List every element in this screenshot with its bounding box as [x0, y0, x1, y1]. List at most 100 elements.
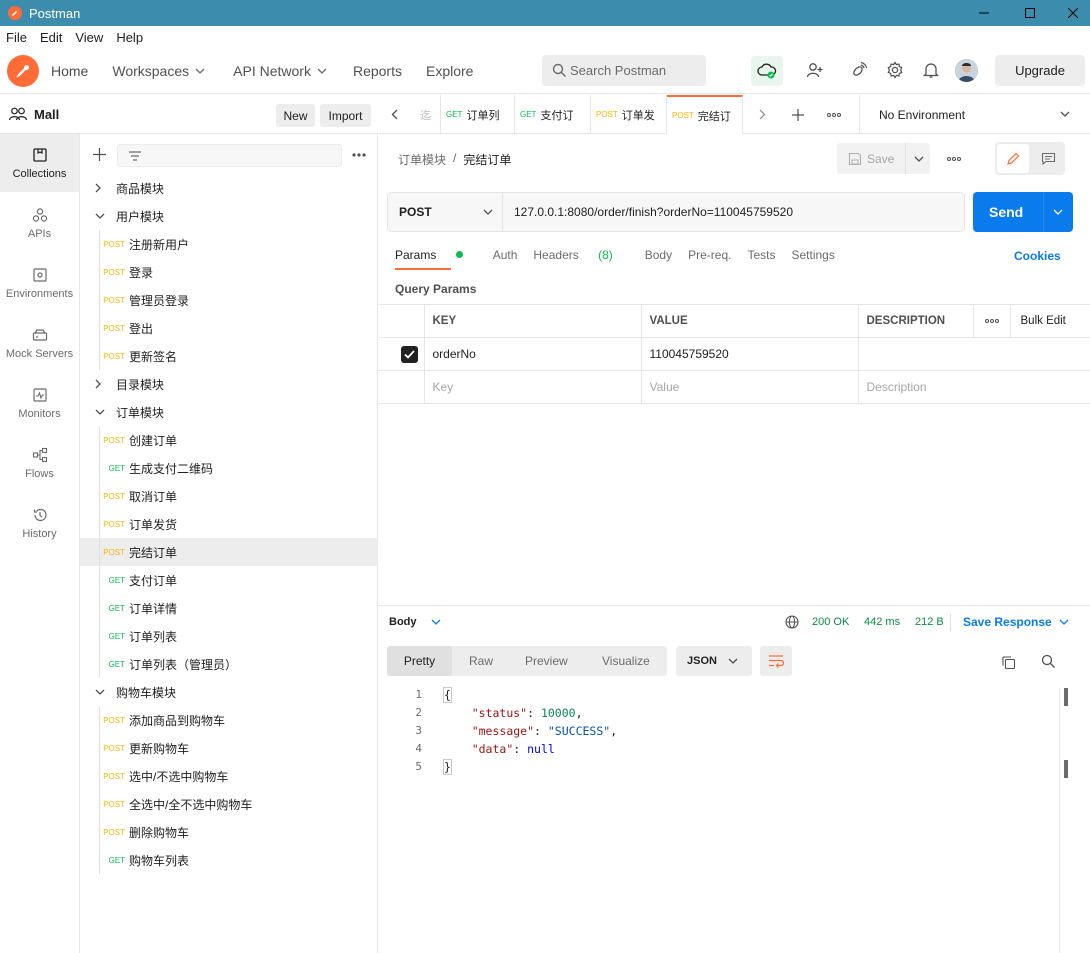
- tab-tests[interactable]: Tests: [747, 248, 775, 262]
- view-tab-preview[interactable]: Preview: [525, 654, 568, 668]
- value-placeholder[interactable]: Value: [640, 370, 859, 404]
- nav-home[interactable]: Home: [51, 63, 88, 79]
- tree-request[interactable]: POST 完结订单: [80, 538, 378, 566]
- tree-folder[interactable]: 目录模块: [80, 370, 378, 398]
- request-tab[interactable]: 迄: [415, 95, 441, 134]
- tabs-more-icon[interactable]: [827, 113, 841, 117]
- tree-request[interactable]: POST 删除购物车: [80, 818, 378, 846]
- sync-status-cloud-icon[interactable]: [751, 56, 783, 86]
- chevron-down-icon[interactable]: [95, 409, 107, 415]
- view-tab-pretty[interactable]: Pretty: [387, 646, 452, 676]
- tabs-scroll-right[interactable]: [743, 95, 783, 134]
- tab-body[interactable]: Body: [645, 248, 672, 262]
- chevron-down-icon[interactable]: [914, 156, 924, 162]
- request-tab[interactable]: GET 订单列: [441, 95, 515, 134]
- menu-edit[interactable]: Edit: [40, 30, 62, 45]
- sidebar-item-history[interactable]: History: [0, 494, 79, 552]
- tab-prereq[interactable]: Pre-req.: [688, 248, 731, 262]
- tree-request[interactable]: POST 登录: [80, 258, 378, 286]
- url-input[interactable]: 127.0.0.1:8080/order/finish?orderNo=1100…: [503, 205, 793, 219]
- tab-settings[interactable]: Settings: [791, 248, 834, 262]
- tree-folder[interactable]: 订单模块: [80, 398, 378, 426]
- request-tab[interactable]: GET 支付订: [515, 95, 591, 134]
- tabs-scroll-left[interactable]: [379, 95, 415, 134]
- tree-request[interactable]: GET 购物车列表: [80, 846, 378, 874]
- column-options[interactable]: [972, 304, 1011, 338]
- menu-file[interactable]: File: [6, 30, 27, 45]
- user-avatar[interactable]: [955, 59, 978, 82]
- response-scrollbar[interactable]: [1059, 688, 1070, 953]
- tree-request[interactable]: POST 更新签名: [80, 342, 378, 370]
- sidebar-item-flows[interactable]: Flows: [0, 434, 79, 492]
- chevron-right-icon[interactable]: [95, 379, 107, 389]
- menu-view[interactable]: View: [75, 30, 103, 45]
- save-response-button[interactable]: Save Response: [963, 615, 1069, 629]
- view-tab-visualize[interactable]: Visualize: [602, 654, 650, 668]
- request-tab-active[interactable]: POST 完结订: [667, 95, 743, 134]
- notifications-bell-icon[interactable]: [920, 59, 942, 81]
- key-placeholder[interactable]: Key: [423, 370, 642, 404]
- tab-headers[interactable]: Headers (8): [533, 248, 628, 262]
- tree-folder[interactable]: 商品模块: [80, 174, 378, 202]
- nav-explore[interactable]: Explore: [426, 63, 473, 79]
- import-button[interactable]: Import: [320, 104, 371, 127]
- cookies-link[interactable]: Cookies: [1014, 249, 1061, 263]
- param-description[interactable]: [857, 337, 1090, 371]
- sidebar-item-monitors[interactable]: Monitors: [0, 374, 79, 432]
- save-button[interactable]: Save: [837, 143, 930, 174]
- breadcrumb-request[interactable]: 完结订单: [463, 151, 511, 168]
- nav-reports[interactable]: Reports: [353, 63, 402, 79]
- sidebar-item-apis[interactable]: APIs: [0, 194, 79, 252]
- comments-button[interactable]: [1033, 144, 1063, 173]
- add-icon[interactable]: [93, 148, 106, 161]
- checkbox-checked[interactable]: [401, 345, 418, 363]
- close-button[interactable]: [1050, 0, 1090, 26]
- tree-request[interactable]: GET 订单详情: [80, 594, 378, 622]
- method-selector[interactable]: POST: [388, 193, 503, 231]
- request-more-icon[interactable]: [947, 157, 961, 161]
- format-selector[interactable]: JSON: [676, 646, 752, 676]
- chevron-down-icon[interactable]: [95, 689, 107, 695]
- chevron-down-icon[interactable]: [1053, 209, 1063, 215]
- satellite-icon[interactable]: [848, 59, 870, 81]
- send-button[interactable]: Send: [973, 192, 1073, 232]
- tab-params[interactable]: Params: [395, 248, 479, 270]
- request-tab[interactable]: POST 订单发: [591, 95, 667, 134]
- new-tab-plus-icon[interactable]: [792, 109, 804, 121]
- description-placeholder[interactable]: Description: [857, 370, 1090, 404]
- response-time[interactable]: 442 ms: [864, 616, 900, 628]
- view-tab-raw[interactable]: Raw: [469, 654, 493, 668]
- tree-request[interactable]: GET 订单列表（管理员）: [80, 650, 378, 678]
- maximize-button[interactable]: [1007, 0, 1053, 26]
- postman-logo-icon[interactable]: [7, 54, 39, 87]
- tree-request[interactable]: POST 添加商品到购物车: [80, 706, 378, 734]
- workspace-name[interactable]: Mall: [8, 106, 59, 122]
- tree-request[interactable]: POST 取消订单: [80, 482, 378, 510]
- wrap-lines-button[interactable]: [760, 646, 792, 676]
- tree-request[interactable]: POST 注册新用户: [80, 230, 378, 258]
- search-icon[interactable]: [1041, 654, 1056, 669]
- param-checkbox-cell[interactable]: [379, 337, 425, 371]
- environment-selector[interactable]: No Environment: [859, 95, 1090, 134]
- response-body-selector[interactable]: Body: [389, 616, 441, 628]
- tree-request[interactable]: POST 管理员登录: [80, 286, 378, 314]
- tab-auth[interactable]: Auth: [493, 248, 518, 262]
- chevron-right-icon[interactable]: [95, 183, 107, 193]
- response-status[interactable]: 200 OK: [812, 616, 849, 628]
- tree-request[interactable]: POST 订单发货: [80, 510, 378, 538]
- minimize-button[interactable]: [961, 0, 1007, 26]
- search-bar[interactable]: Search Postman: [542, 55, 706, 86]
- new-button[interactable]: New: [276, 104, 315, 127]
- more-options-icon[interactable]: [352, 153, 366, 157]
- edit-mode-button[interactable]: [997, 144, 1029, 173]
- sidebar-item-collections[interactable]: Collections: [0, 134, 79, 192]
- param-value[interactable]: 110045759520: [640, 337, 859, 371]
- invite-user-icon[interactable]: [804, 59, 826, 81]
- tree-request[interactable]: POST 选中/不选中购物车: [80, 762, 378, 790]
- tree-request[interactable]: GET 支付订单: [80, 566, 378, 594]
- tree-request[interactable]: GET 生成支付二维码: [80, 454, 378, 482]
- nav-api-network[interactable]: API Network: [233, 63, 327, 79]
- copy-icon[interactable]: [1001, 655, 1016, 670]
- sidebar-item-mock-servers[interactable]: Mock Servers: [0, 314, 79, 372]
- param-key[interactable]: orderNo: [423, 337, 642, 371]
